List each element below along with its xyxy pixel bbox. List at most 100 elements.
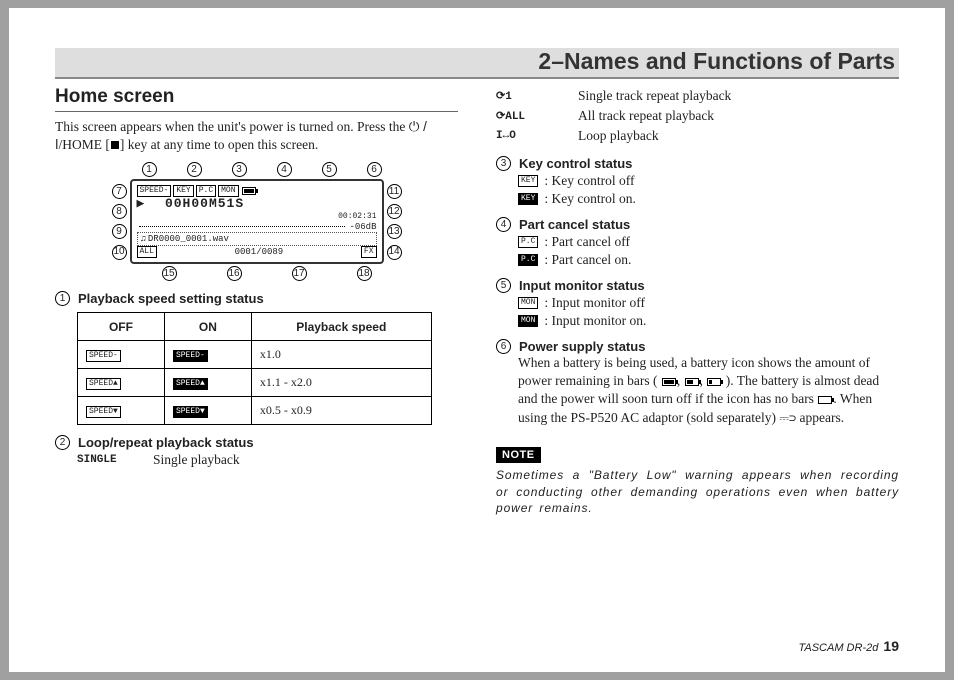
footer-page-number: 19 [883,638,899,654]
repeat-row: ⟳1 Single track repeat playback [496,86,899,106]
item-5-title: Input monitor status [519,278,645,293]
callout-12: 12 [387,204,402,219]
callout-3: 3 [232,162,247,177]
table-row: SPEED- SPEED- x1.0 [78,341,432,369]
lcd-db: -06dB [349,222,376,232]
key-on-text: : Key control on. [544,191,635,207]
callout-13: 13 [387,224,402,239]
item-6-title: Power supply status [519,339,645,354]
tag-off-3: SPEED▼ [86,406,121,418]
table-row: SPEED▼ SPEED▼ x0.5 - x0.9 [78,397,432,425]
pc-on-text: : Part cancel on. [544,252,631,268]
callout-6: 6 [367,162,382,177]
callout-8: 8 [112,204,127,219]
lcd-counter: 0001/0089 [159,247,359,257]
i6-text-d: appears. [800,410,845,425]
callout-2: 2 [187,162,202,177]
column-right: ⟳1 Single track repeat playback ⟳ALL All… [496,86,899,517]
callout-14: 14 [387,245,402,260]
key-off-line: KEY: Key control off [518,173,899,189]
callout-18: 18 [357,266,372,281]
item-4-number: 4 [496,217,511,232]
note-label: NOTE [496,447,541,463]
lcd-time: 00H00M51S [165,197,244,212]
speed-3: x0.5 - x0.9 [251,397,431,425]
mon-off-icon: MON [518,297,538,309]
repeat-row: SINGLE Single playback [77,450,458,470]
item-6: 6 Power supply status [496,339,899,354]
callout-7: 7 [112,184,127,199]
pc-off-line: P.C: Part cancel off [518,234,899,250]
th-off: OFF [78,313,165,341]
callout-row-top: 1 2 3 4 5 6 [112,162,402,177]
tag-on-2: SPEED▲ [173,378,208,390]
item-4: 4 Part cancel status [496,217,899,232]
lcd-diagram: 1 2 3 4 5 6 7 8 9 10 [55,162,458,281]
lcd-filename: DR0000_0001.wav [148,234,229,244]
intro-text-c: ] key at any time to open this screen. [120,137,318,152]
repeat-list-right: ⟳1 Single track repeat playback ⟳ALL All… [496,86,899,146]
callout-5: 5 [322,162,337,177]
pc-on-icon: P.C [518,254,538,266]
repeat-row: I↔O Loop playback [496,126,899,146]
section-title: Home screen [55,86,458,112]
item-1-number: 1 [55,291,70,306]
table-row: SPEED▲ SPEED▲ x1.1 - x2.0 [78,369,432,397]
stop-icon [110,137,120,152]
repeat-list-left: SINGLE Single playback [77,450,458,470]
item-2: 2 Loop/repeat playback status [55,435,458,450]
repeat-txt-all: All track repeat playback [578,108,714,124]
lcd-elapsed: 00:02:31 [338,212,376,221]
item-5-number: 5 [496,278,511,293]
th-speed: Playback speed [251,313,431,341]
key-on-icon: KEY [518,193,538,205]
callout-11: 11 [387,184,402,199]
repeat-row: ⟳ALL All track repeat playback [496,106,899,126]
key-off-text: : Key control off [544,173,634,189]
battery-icon [242,187,256,195]
item-1-title: Playback speed setting status [78,291,264,306]
repeat-sym-all: ⟳ALL [496,109,550,123]
callout-4: 4 [277,162,292,177]
repeat-sym-single: SINGLE [77,454,125,466]
item-2-title: Loop/repeat playback status [78,435,254,450]
repeat-sym-1: ⟳1 [496,89,550,103]
repeat-txt-1: Single track repeat playback [578,88,731,104]
tag-on-1: SPEED- [173,350,208,362]
columns: Home screen This screen appears when the… [55,86,899,517]
tag-off-2: SPEED▲ [86,378,121,390]
repeat-txt-single: Single playback [153,452,240,468]
battery-full-icon [662,378,676,386]
callout-16: 16 [227,266,242,281]
key-on-line: KEY : Key control on. [518,191,899,207]
callout-15: 15 [162,266,177,281]
item-4-title: Part cancel status [519,217,630,232]
manual-page: 2–Names and Functions of Parts Home scre… [9,8,945,672]
mon-on-icon: MON [518,315,538,327]
lcd-screen: 7 8 9 10 11 12 13 14 SPEED- [130,179,384,264]
column-left: Home screen This screen appears when the… [55,86,458,517]
item-3: 3 Key control status [496,156,899,171]
chapter-title: 2–Names and Functions of Parts [55,44,899,79]
speed-table: OFF ON Playback speed SPEED- SPEED- x1.0… [77,312,432,425]
speed-1: x1.0 [251,341,431,369]
item-3-title: Key control status [519,156,632,171]
battery-mid-icon [685,378,699,386]
callout-1: 1 [142,162,157,177]
page-footer: TASCAM DR-2d 19 [798,638,899,654]
item-6-body: When a battery is being used, a battery … [518,354,899,427]
item-3-number: 3 [496,156,511,171]
intro-paragraph: This screen appears when the unit's powe… [55,118,458,154]
th-on: ON [164,313,251,341]
callouts-right: 11 12 13 14 [387,181,402,262]
mon-off-text: : Input monitor off [544,295,645,311]
pc-off-text: : Part cancel off [544,234,630,250]
item-2-number: 2 [55,435,70,450]
item-5: 5 Input monitor status [496,278,899,293]
note-text: Sometimes a "Battery Low" warning appear… [496,467,899,517]
intro-text-b: /HOME [ [59,137,110,152]
speed-2: x1.1 - x2.0 [251,369,431,397]
repeat-sym-loop: I↔O [496,130,550,142]
ac-plug-icon: ⎓⊃ [779,411,796,425]
item-1: 1 Playback speed setting status [55,291,458,306]
